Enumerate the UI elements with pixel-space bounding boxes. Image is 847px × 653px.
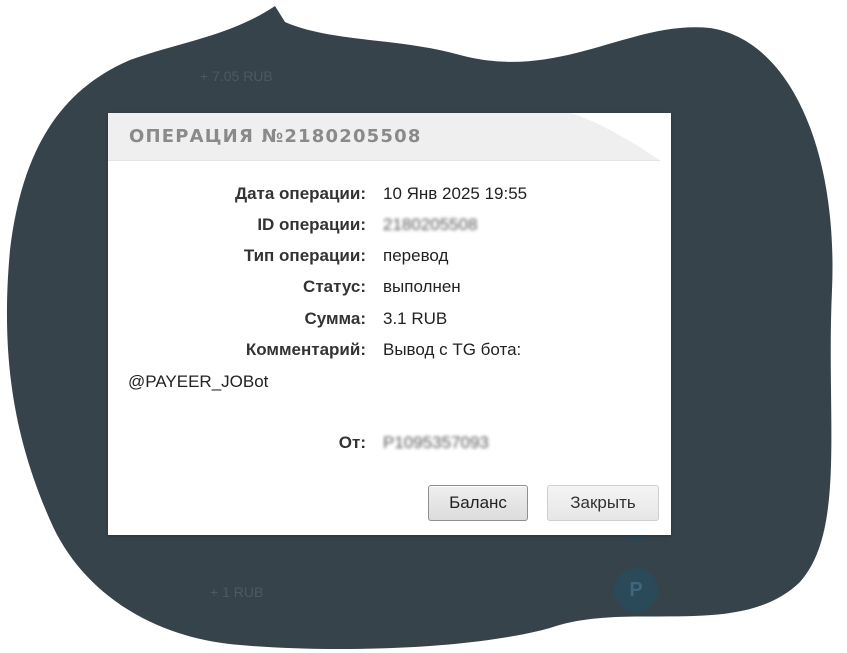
from-value: P1095357093 [383, 433, 489, 453]
row-date: Дата операции: 10 Янв 2025 19:55 [108, 184, 671, 208]
header-corner-decoration [551, 113, 671, 161]
amount-label: Сумма: [304, 309, 366, 328]
type-value: перевод [383, 246, 449, 265]
amount-value: 3.1 RUB [383, 309, 448, 328]
row-status: Статус: выполнен [108, 277, 671, 301]
type-label: Тип операции: [243, 246, 366, 265]
background-amount-bottom: + 1 RUB [210, 584, 264, 600]
from-label: От: [338, 433, 366, 452]
status-value: выполнен [383, 277, 461, 296]
avatar: P [614, 568, 658, 612]
balance-button[interactable]: Баланс [428, 485, 528, 521]
from-value-text: P1095357093 [383, 433, 489, 452]
status-label: Статус: [303, 277, 366, 296]
row-amount: Сумма: 3.1 RUB [108, 309, 671, 333]
close-button[interactable]: Закрыть [547, 485, 659, 521]
id-label: ID операции: [257, 215, 366, 234]
date-value: 10 Янв 2025 19:55 [383, 184, 528, 203]
comment-continuation: @PAYEER_JOBot [128, 372, 269, 391]
dialog-title: ОПЕРАЦИЯ №2180205508 [129, 126, 422, 147]
row-type: Тип операции: перевод [108, 246, 671, 270]
id-value: 2180205508 [383, 215, 478, 235]
background-amount-top: + 7.05 RUB [200, 68, 273, 84]
operation-dialog: ОПЕРАЦИЯ №2180205508 Дата операции: 10 Я… [108, 113, 671, 535]
comment-value: Вывод с TG бота: [383, 340, 522, 359]
comment-label: Комментарий: [245, 340, 366, 359]
row-from: От: P1095357093 [108, 433, 671, 457]
row-id: ID операции: 2180205508 [108, 215, 671, 239]
id-value-text: 2180205508 [383, 215, 478, 234]
date-label: Дата операции: [234, 184, 366, 203]
row-comment: Комментарий: Вывод с TG бота: [108, 340, 671, 364]
